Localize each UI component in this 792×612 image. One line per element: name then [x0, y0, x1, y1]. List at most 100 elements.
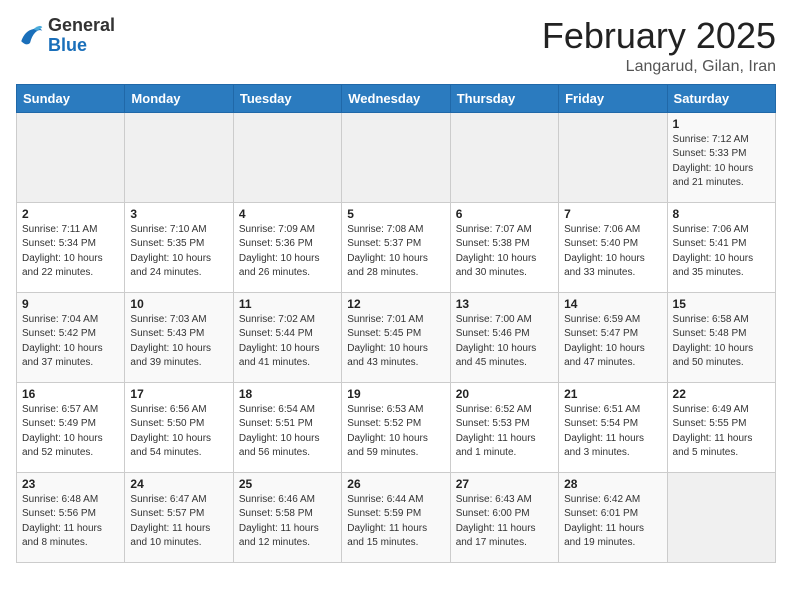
- week-row-2: 2 Sunrise: 7:11 AM Sunset: 5:34 PM Daylig…: [17, 202, 776, 292]
- day-number: 21: [564, 387, 661, 401]
- logo: General Blue: [16, 16, 115, 56]
- day-info: Sunrise: 6:46 AM Sunset: 5:58 PM Dayligh…: [239, 493, 336, 551]
- day-number: 9: [22, 297, 119, 311]
- calendar-cell: 16 Sunrise: 6:57 AM Sunset: 5:49 PM Dayli…: [17, 382, 125, 472]
- calendar-cell: 9 Sunrise: 7:04 AM Sunset: 5:42 PM Daylig…: [17, 292, 125, 382]
- calendar-cell: 21 Sunrise: 6:51 AM Sunset: 5:54 PM Dayli…: [559, 382, 667, 472]
- header-friday: Friday: [559, 84, 667, 112]
- calendar-cell: [17, 112, 125, 202]
- calendar-header-row: SundayMondayTuesdayWednesdayThursdayFrid…: [17, 84, 776, 112]
- calendar-cell: 12 Sunrise: 7:01 AM Sunset: 5:45 PM Dayli…: [342, 292, 450, 382]
- calendar-cell: 25 Sunrise: 6:46 AM Sunset: 5:58 PM Dayli…: [233, 472, 341, 562]
- week-row-1: 1Sunrise: 7:12 AM Sunset: 5:33 PM Daylig…: [17, 112, 776, 202]
- logo-text: General Blue: [48, 16, 115, 56]
- day-info: Sunrise: 6:57 AM Sunset: 5:49 PM Dayligh…: [22, 403, 119, 461]
- day-info: Sunrise: 7:01 AM Sunset: 5:45 PM Dayligh…: [347, 313, 444, 371]
- location-subtitle: Langarud, Gilan, Iran: [542, 58, 776, 76]
- day-info: Sunrise: 6:56 AM Sunset: 5:50 PM Dayligh…: [130, 403, 227, 461]
- day-info: Sunrise: 7:04 AM Sunset: 5:42 PM Dayligh…: [22, 313, 119, 371]
- day-number: 8: [673, 207, 770, 221]
- header-thursday: Thursday: [450, 84, 558, 112]
- day-number: 27: [456, 477, 553, 491]
- day-info: Sunrise: 6:59 AM Sunset: 5:47 PM Dayligh…: [564, 313, 661, 371]
- day-info: Sunrise: 6:52 AM Sunset: 5:53 PM Dayligh…: [456, 403, 553, 461]
- day-info: Sunrise: 6:44 AM Sunset: 5:59 PM Dayligh…: [347, 493, 444, 551]
- day-number: 23: [22, 477, 119, 491]
- day-info: Sunrise: 6:51 AM Sunset: 5:54 PM Dayligh…: [564, 403, 661, 461]
- day-info: Sunrise: 7:02 AM Sunset: 5:44 PM Dayligh…: [239, 313, 336, 371]
- day-info: Sunrise: 7:06 AM Sunset: 5:41 PM Dayligh…: [673, 223, 770, 281]
- day-info: Sunrise: 7:08 AM Sunset: 5:37 PM Dayligh…: [347, 223, 444, 281]
- calendar-cell: 13 Sunrise: 7:00 AM Sunset: 5:46 PM Dayli…: [450, 292, 558, 382]
- calendar-cell: 3Sunrise: 7:10 AM Sunset: 5:35 PM Daylig…: [125, 202, 233, 292]
- week-row-3: 9 Sunrise: 7:04 AM Sunset: 5:42 PM Daylig…: [17, 292, 776, 382]
- day-number: 15: [673, 297, 770, 311]
- calendar-cell: 28Sunrise: 6:42 AM Sunset: 6:01 PM Dayli…: [559, 472, 667, 562]
- day-number: 12: [347, 297, 444, 311]
- day-number: 5: [347, 207, 444, 221]
- calendar-cell: 6Sunrise: 7:07 AM Sunset: 5:38 PM Daylig…: [450, 202, 558, 292]
- calendar-cell: [233, 112, 341, 202]
- day-info: Sunrise: 7:07 AM Sunset: 5:38 PM Dayligh…: [456, 223, 553, 281]
- calendar-cell: 20 Sunrise: 6:52 AM Sunset: 5:53 PM Dayli…: [450, 382, 558, 472]
- calendar-cell: 23 Sunrise: 6:48 AM Sunset: 5:56 PM Dayli…: [17, 472, 125, 562]
- page-header: General Blue February 2025 Langarud, Gil…: [16, 16, 776, 76]
- day-number: 11: [239, 297, 336, 311]
- header-sunday: Sunday: [17, 84, 125, 112]
- calendar-cell: [342, 112, 450, 202]
- month-year-title: February 2025: [542, 16, 776, 56]
- day-number: 2: [22, 207, 119, 221]
- calendar-cell: 19 Sunrise: 6:53 AM Sunset: 5:52 PM Dayli…: [342, 382, 450, 472]
- calendar-cell: 22Sunrise: 6:49 AM Sunset: 5:55 PM Dayli…: [667, 382, 775, 472]
- calendar-cell: 24 Sunrise: 6:47 AM Sunset: 5:57 PM Dayli…: [125, 472, 233, 562]
- day-info: Sunrise: 7:06 AM Sunset: 5:40 PM Dayligh…: [564, 223, 661, 281]
- day-info: Sunrise: 6:53 AM Sunset: 5:52 PM Dayligh…: [347, 403, 444, 461]
- day-number: 4: [239, 207, 336, 221]
- day-info: Sunrise: 6:58 AM Sunset: 5:48 PM Dayligh…: [673, 313, 770, 371]
- day-number: 16: [22, 387, 119, 401]
- calendar-table: SundayMondayTuesdayWednesdayThursdayFrid…: [16, 84, 776, 563]
- logo-bird-icon: [16, 22, 44, 50]
- calendar-cell: 1Sunrise: 7:12 AM Sunset: 5:33 PM Daylig…: [667, 112, 775, 202]
- day-number: 24: [130, 477, 227, 491]
- calendar-cell: 4 Sunrise: 7:09 AM Sunset: 5:36 PM Daylig…: [233, 202, 341, 292]
- calendar-cell: 14Sunrise: 6:59 AM Sunset: 5:47 PM Dayli…: [559, 292, 667, 382]
- calendar-cell: [125, 112, 233, 202]
- day-number: 20: [456, 387, 553, 401]
- day-number: 13: [456, 297, 553, 311]
- calendar-cell: 26 Sunrise: 6:44 AM Sunset: 5:59 PM Dayli…: [342, 472, 450, 562]
- calendar-cell: 5 Sunrise: 7:08 AM Sunset: 5:37 PM Daylig…: [342, 202, 450, 292]
- week-row-4: 16 Sunrise: 6:57 AM Sunset: 5:49 PM Dayli…: [17, 382, 776, 472]
- header-tuesday: Tuesday: [233, 84, 341, 112]
- calendar-cell: [450, 112, 558, 202]
- calendar-cell: 10Sunrise: 7:03 AM Sunset: 5:43 PM Dayli…: [125, 292, 233, 382]
- day-info: Sunrise: 6:47 AM Sunset: 5:57 PM Dayligh…: [130, 493, 227, 551]
- day-number: 26: [347, 477, 444, 491]
- week-row-5: 23 Sunrise: 6:48 AM Sunset: 5:56 PM Dayli…: [17, 472, 776, 562]
- day-info: Sunrise: 6:49 AM Sunset: 5:55 PM Dayligh…: [673, 403, 770, 461]
- calendar-cell: [559, 112, 667, 202]
- day-info: Sunrise: 6:43 AM Sunset: 6:00 PM Dayligh…: [456, 493, 553, 551]
- header-wednesday: Wednesday: [342, 84, 450, 112]
- day-info: Sunrise: 6:48 AM Sunset: 5:56 PM Dayligh…: [22, 493, 119, 551]
- day-info: Sunrise: 7:00 AM Sunset: 5:46 PM Dayligh…: [456, 313, 553, 371]
- calendar-cell: 18 Sunrise: 6:54 AM Sunset: 5:51 PM Dayli…: [233, 382, 341, 472]
- calendar-cell: [667, 472, 775, 562]
- day-number: 7: [564, 207, 661, 221]
- day-info: Sunrise: 6:54 AM Sunset: 5:51 PM Dayligh…: [239, 403, 336, 461]
- calendar-cell: 15 Sunrise: 6:58 AM Sunset: 5:48 PM Dayli…: [667, 292, 775, 382]
- day-info: Sunrise: 7:11 AM Sunset: 5:34 PM Dayligh…: [22, 223, 119, 281]
- calendar-cell: 2 Sunrise: 7:11 AM Sunset: 5:34 PM Daylig…: [17, 202, 125, 292]
- calendar-cell: 11 Sunrise: 7:02 AM Sunset: 5:44 PM Dayli…: [233, 292, 341, 382]
- day-info: Sunrise: 7:03 AM Sunset: 5:43 PM Dayligh…: [130, 313, 227, 371]
- day-number: 18: [239, 387, 336, 401]
- header-saturday: Saturday: [667, 84, 775, 112]
- calendar-cell: 7 Sunrise: 7:06 AM Sunset: 5:40 PM Daylig…: [559, 202, 667, 292]
- day-number: 25: [239, 477, 336, 491]
- day-number: 17: [130, 387, 227, 401]
- day-number: 19: [347, 387, 444, 401]
- header-monday: Monday: [125, 84, 233, 112]
- title-block: February 2025 Langarud, Gilan, Iran: [542, 16, 776, 76]
- day-info: Sunrise: 7:09 AM Sunset: 5:36 PM Dayligh…: [239, 223, 336, 281]
- calendar-cell: 17 Sunrise: 6:56 AM Sunset: 5:50 PM Dayli…: [125, 382, 233, 472]
